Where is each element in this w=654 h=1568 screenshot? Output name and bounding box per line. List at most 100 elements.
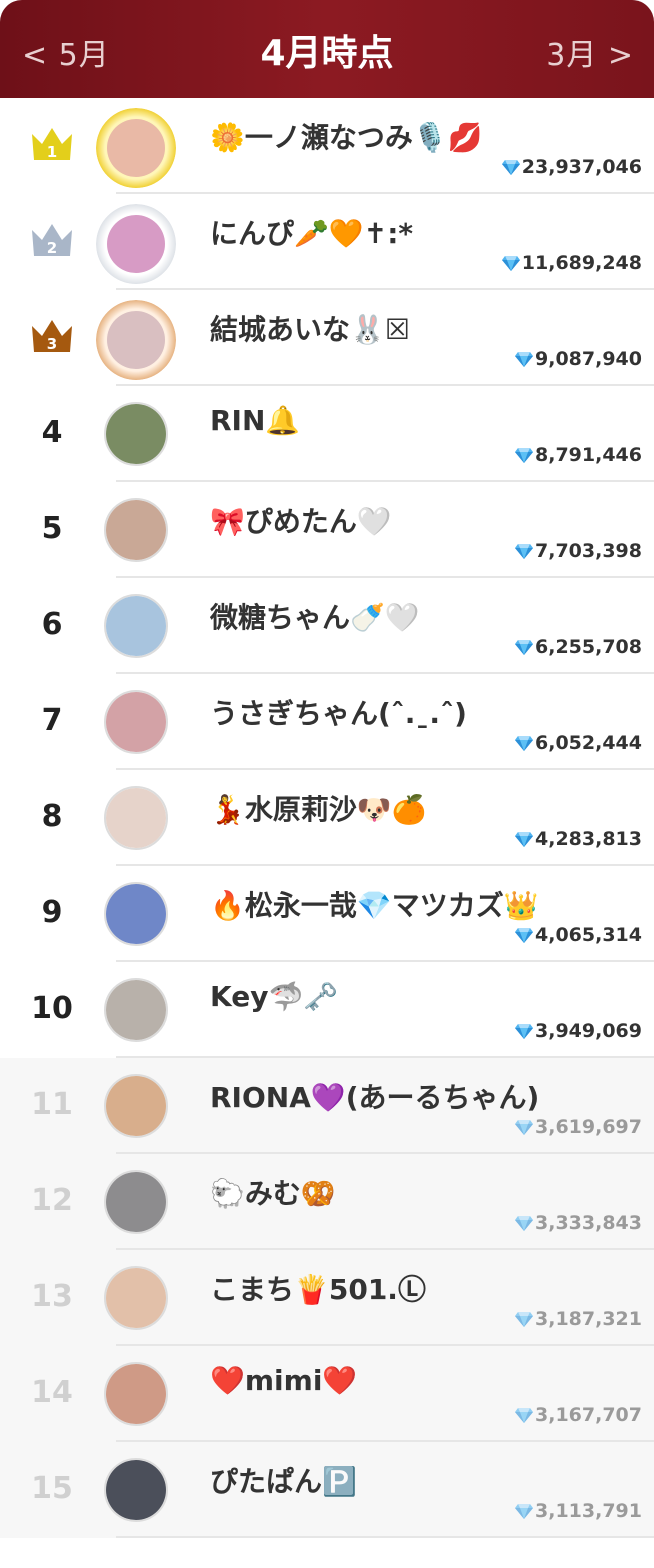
score-value: 3,187,321 (535, 1308, 642, 1330)
ranking-row[interactable]: 7 うさぎちゃん(ˆ.ˍ.ˆ) 6,052,444 (0, 674, 654, 770)
diamond-icon (515, 831, 534, 847)
diamond-icon (515, 1023, 534, 1039)
avatar[interactable] (104, 594, 168, 658)
score-value: 6,255,708 (535, 636, 642, 658)
diamond-icon (515, 735, 534, 751)
ranking-row[interactable]: 10 Key🦈🗝️ 3,949,069 (0, 962, 654, 1058)
rank-number: 4 (41, 415, 63, 450)
divider (116, 1536, 654, 1538)
rank-number: 7 (41, 703, 63, 738)
ranking-row[interactable]: 5 🎀ぴめたん🤍 7,703,398 (0, 482, 654, 578)
score-value: 9,087,940 (535, 348, 642, 370)
ranking-row[interactable]: 12 🐑みむ🥨 3,333,843 (0, 1154, 654, 1250)
user-name[interactable]: 微糖ちゃん🍼🤍 (210, 596, 420, 636)
user-name[interactable]: 🔥松永一哉💎マツカズ👑 (210, 884, 539, 924)
avatar[interactable] (104, 1170, 168, 1234)
rank-number: 14 (31, 1375, 73, 1410)
user-name[interactable]: Key🦈🗝️ (210, 980, 338, 1013)
ranking-row[interactable]: 14 ❤️mimi❤️ 3,167,707 (0, 1346, 654, 1442)
ranking-row[interactable]: 8 💃水原莉沙🐶🍊 4,283,813 (0, 770, 654, 866)
avatar-image (106, 1364, 166, 1424)
user-name[interactable]: ぴたぱん🅿️ (210, 1460, 357, 1500)
avatar-image (106, 1460, 166, 1520)
ranking-row[interactable]: 15 ぴたぱん🅿️ 3,113,791 (0, 1442, 654, 1538)
user-name[interactable]: RIONA💜(あーるちゃん) (210, 1076, 539, 1116)
user-name[interactable]: こまち🍟501.Ⓛ (210, 1268, 426, 1308)
ranking-row[interactable]: 4 RIN🔔 8,791,446 (0, 386, 654, 482)
user-name[interactable]: 🎀ぴめたん🤍 (210, 500, 392, 540)
diamond-icon (515, 447, 534, 463)
ranking-row[interactable]: 2 にんぴ🥕🧡✝︎:* 11,689,248 (0, 194, 654, 290)
rank-number: 10 (31, 991, 73, 1026)
rank-number: 15 (31, 1471, 73, 1506)
user-name[interactable]: 結城あいな🐰☒ (210, 308, 410, 348)
score: 9,087,940 (515, 348, 642, 370)
svg-text:1: 1 (47, 143, 57, 161)
avatar-image (106, 788, 166, 848)
user-name[interactable]: RIN🔔 (210, 404, 300, 437)
avatar[interactable] (104, 786, 168, 850)
diamond-icon (501, 255, 520, 271)
user-name[interactable]: うさぎちゃん(ˆ.ˍ.ˆ) (210, 692, 467, 732)
avatar[interactable] (96, 204, 176, 284)
avatar[interactable] (104, 690, 168, 754)
avatar-image (106, 1268, 166, 1328)
avatar-image (107, 119, 165, 177)
score: 3,187,321 (515, 1308, 642, 1330)
ranking-row[interactable]: 9 🔥松永一哉💎マツカズ👑 4,065,314 (0, 866, 654, 962)
avatar[interactable] (104, 1074, 168, 1138)
avatar[interactable] (104, 1458, 168, 1522)
ranking-row[interactable]: 11 RIONA💜(あーるちゃん) 3,619,697 (0, 1058, 654, 1154)
silver-crown-icon: 2 (30, 220, 74, 260)
score: 3,619,697 (515, 1116, 642, 1138)
diamond-icon (515, 1503, 534, 1519)
diamond-icon (515, 351, 534, 367)
ranking-row[interactable]: 3 結城あいな🐰☒ 9,087,940 (0, 290, 654, 386)
score-value: 4,065,314 (535, 924, 642, 946)
avatar-image (106, 404, 166, 464)
svg-text:3: 3 (47, 335, 57, 353)
diamond-icon (515, 543, 534, 559)
ranking-row[interactable]: 13 こまち🍟501.Ⓛ 3,187,321 (0, 1250, 654, 1346)
rank-number: 13 (31, 1279, 73, 1314)
avatar-image (107, 215, 165, 273)
next-month-link[interactable]: 3月 > (546, 30, 634, 74)
avatar-image (106, 980, 166, 1040)
avatar[interactable] (104, 882, 168, 946)
avatar[interactable] (96, 300, 176, 380)
score: 11,689,248 (501, 252, 642, 274)
avatar[interactable] (104, 978, 168, 1042)
score: 7,703,398 (515, 540, 642, 562)
rank-number: 6 (41, 607, 63, 642)
avatar-image (107, 311, 165, 369)
ranking-row[interactable]: 6 微糖ちゃん🍼🤍 6,255,708 (0, 578, 654, 674)
avatar[interactable] (104, 1266, 168, 1330)
ranking-row[interactable]: 1 🌼一ノ瀬なつみ🎙️💋 23,937,046 (0, 98, 654, 194)
avatar-image (106, 500, 166, 560)
gold-crown-icon: 1 (30, 124, 74, 164)
rank-number: 9 (41, 895, 63, 930)
ranking-list: 1 🌼一ノ瀬なつみ🎙️💋 23,937,046 2 にんぴ🥕🧡✝︎:* 11,689,24… (0, 98, 654, 1538)
avatar[interactable] (104, 1362, 168, 1426)
diamond-icon (515, 1407, 534, 1423)
score: 3,167,707 (515, 1404, 642, 1426)
user-name[interactable]: 🌼一ノ瀬なつみ🎙️💋 (210, 116, 483, 156)
rank-number: 12 (31, 1183, 73, 1218)
diamond-icon (501, 159, 520, 175)
avatar-image (106, 596, 166, 656)
diamond-icon (515, 1119, 534, 1135)
score: 6,255,708 (515, 636, 642, 658)
diamond-icon (515, 927, 534, 943)
score: 6,052,444 (515, 732, 642, 754)
avatar-image (106, 1076, 166, 1136)
user-name[interactable]: 💃水原莉沙🐶🍊 (210, 788, 427, 828)
diamond-icon (515, 639, 534, 655)
avatar[interactable] (104, 402, 168, 466)
avatar[interactable] (104, 498, 168, 562)
score-value: 3,333,843 (535, 1212, 642, 1234)
avatar[interactable] (96, 108, 176, 188)
user-name[interactable]: にんぴ🥕🧡✝︎:* (210, 212, 413, 252)
score-value: 4,283,813 (535, 828, 642, 850)
user-name[interactable]: ❤️mimi❤️ (210, 1364, 357, 1397)
user-name[interactable]: 🐑みむ🥨 (210, 1172, 336, 1212)
